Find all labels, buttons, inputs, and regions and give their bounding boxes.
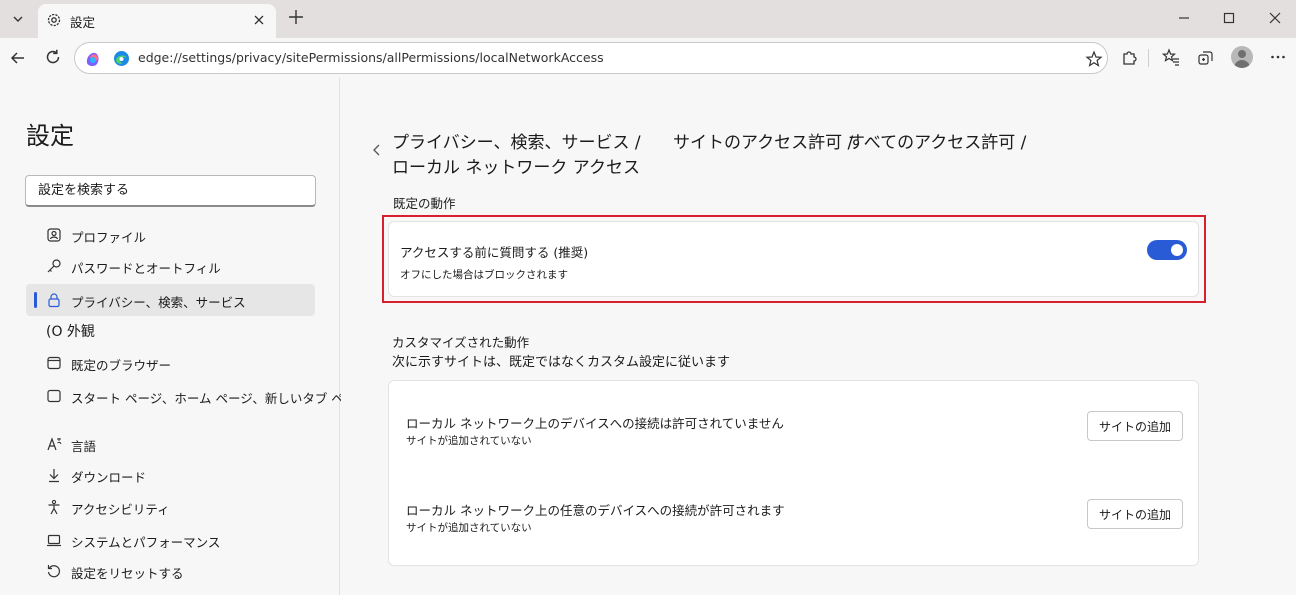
button-label: サイトの追加 bbox=[1098, 507, 1171, 522]
address-bar[interactable]: edge://settings/privacy/sitePermissions/… bbox=[74, 42, 1108, 74]
tab-title: 設定 bbox=[70, 15, 96, 30]
not-allowed-row-title: ローカル ネットワーク上のデバイスへの接続は許可されていません bbox=[406, 416, 784, 431]
sidebar-item-label: スタート ページ、ホーム ページ、新しいタブ ページ bbox=[71, 391, 369, 406]
lock-icon bbox=[46, 292, 62, 308]
maximize-icon[interactable] bbox=[1221, 10, 1237, 30]
highlight-box bbox=[382, 215, 1206, 303]
close-window-icon[interactable] bbox=[1267, 10, 1283, 30]
add-site-button-blocked[interactable]: サイトの追加 bbox=[1087, 411, 1183, 441]
sidebar-item-downloads[interactable]: ダウンロード bbox=[26, 459, 315, 491]
sidebar-item-accessibility[interactable]: アクセシビリティ bbox=[26, 491, 315, 523]
sidebar-item-label: 設定をリセットする bbox=[71, 566, 184, 581]
page-title: ローカル ネットワーク アクセス bbox=[392, 158, 640, 178]
toolbar: edge://settings/privacy/sitePermissions/… bbox=[0, 38, 1296, 78]
sidebar-item-label: 既定のブラウザー bbox=[71, 358, 172, 373]
sidebar-heading: 設定 bbox=[26, 122, 74, 150]
back-arrow-icon[interactable] bbox=[8, 48, 28, 72]
main-content: プライバシー、検索、サービス / サイトのアクセス許可 / すべてのアクセス許可… bbox=[341, 78, 1296, 595]
breadcrumb-site-permissions-link[interactable]: サイトのアクセス許可 / bbox=[673, 128, 853, 153]
edge-logo-icon bbox=[113, 50, 130, 71]
more-options-icon[interactable] bbox=[1269, 48, 1287, 70]
gear-icon bbox=[46, 12, 62, 32]
copilot-icon[interactable] bbox=[83, 49, 103, 73]
reset-icon bbox=[46, 563, 62, 579]
favorites-icon[interactable] bbox=[1161, 48, 1180, 70]
sidebar-item-label: プライバシー、検索、サービス bbox=[71, 295, 246, 310]
settings-search-box[interactable] bbox=[25, 175, 316, 207]
language-icon bbox=[46, 436, 62, 452]
refresh-icon[interactable] bbox=[44, 48, 62, 70]
collections-icon[interactable] bbox=[1197, 48, 1215, 70]
not-allowed-row-subtitle: サイトが追加されていない bbox=[406, 435, 532, 447]
button-label: サイトの追加 bbox=[1098, 419, 1171, 434]
back-chevron-icon[interactable] bbox=[371, 142, 383, 162]
custom-behavior-label: カスタマイズされた動作 bbox=[392, 335, 530, 350]
avatar[interactable] bbox=[1231, 46, 1253, 68]
extensions-icon[interactable] bbox=[1121, 48, 1139, 70]
url-text: edge://settings/privacy/sitePermissions/… bbox=[138, 50, 604, 65]
sidebar-item-label: (O 外観 bbox=[46, 324, 95, 340]
sidebar-item-profile[interactable]: プロファイル bbox=[26, 219, 315, 251]
sidebar-item-language[interactable]: 言語 bbox=[26, 428, 315, 460]
sidebar-item-label: パスワードとオートフィル bbox=[71, 261, 221, 276]
minimize-icon[interactable] bbox=[1176, 10, 1192, 30]
sidebar-item-label: 言語 bbox=[71, 439, 97, 454]
custom-behavior-description: 次に示すサイトは、既定ではなくカスタム設定に従います bbox=[392, 355, 731, 370]
browser-icon bbox=[46, 355, 62, 371]
sidebar-item-label: プロファイル bbox=[71, 230, 147, 245]
sidebar-item-appearance[interactable]: (O 外観 bbox=[26, 314, 315, 346]
sidebar-item-system[interactable]: システムとパフォーマンス bbox=[26, 524, 315, 556]
allowed-row-subtitle: サイトが追加されていない bbox=[406, 522, 532, 534]
accessibility-icon bbox=[46, 499, 62, 515]
home-icon bbox=[46, 388, 62, 404]
sidebar-item-passwords[interactable]: パスワードとオートフィル bbox=[26, 250, 315, 282]
breadcrumb-all-permissions-link[interactable]: すべてのアクセス許可 / bbox=[848, 128, 1026, 153]
sidebar-item-label: ダウンロード bbox=[71, 470, 147, 485]
favorite-star-icon[interactable] bbox=[1085, 50, 1103, 72]
download-icon bbox=[46, 467, 62, 483]
profile-icon bbox=[46, 227, 62, 243]
active-indicator bbox=[34, 292, 37, 308]
key-icon bbox=[46, 258, 62, 274]
sidebar-item-start-page[interactable]: スタート ページ、ホーム ページ、新しいタブ ページ bbox=[26, 380, 369, 412]
close-tab-icon[interactable] bbox=[252, 12, 266, 31]
breadcrumb-privacy-link[interactable]: プライバシー、検索、サービス / bbox=[392, 128, 641, 153]
browser-tab[interactable]: 設定 bbox=[38, 4, 276, 38]
sidebar-item-label: システムとパフォーマンス bbox=[71, 535, 221, 550]
custom-behavior-card: ローカル ネットワーク上のデバイスへの接続は許可されていません サイトが追加され… bbox=[388, 380, 1199, 566]
new-tab-icon[interactable] bbox=[286, 7, 306, 31]
chevron-down-icon bbox=[13, 16, 23, 22]
sidebar-item-privacy[interactable]: プライバシー、検索、サービス bbox=[26, 284, 315, 316]
sidebar-item-label: アクセシビリティ bbox=[71, 502, 170, 517]
search-input[interactable] bbox=[26, 176, 315, 205]
allowed-row-title: ローカル ネットワーク上の任意のデバイスへの接続が許可されます bbox=[406, 503, 785, 518]
title-bar: 設定 bbox=[0, 0, 1296, 38]
sidebar-item-reset[interactable]: 設定をリセットする bbox=[26, 555, 315, 587]
sidebar-item-default-browser[interactable]: 既定のブラウザー bbox=[26, 347, 315, 379]
default-behavior-label: 既定の動作 bbox=[393, 196, 456, 211]
toolbar-separator bbox=[1148, 49, 1149, 67]
add-site-button-allowed[interactable]: サイトの追加 bbox=[1087, 499, 1183, 529]
settings-sidebar: 設定 プロファイル パスワードとオートフィル プライバシー、検索、サービス (O… bbox=[0, 78, 369, 595]
tab-actions-button[interactable] bbox=[5, 6, 31, 32]
laptop-icon bbox=[46, 532, 62, 548]
